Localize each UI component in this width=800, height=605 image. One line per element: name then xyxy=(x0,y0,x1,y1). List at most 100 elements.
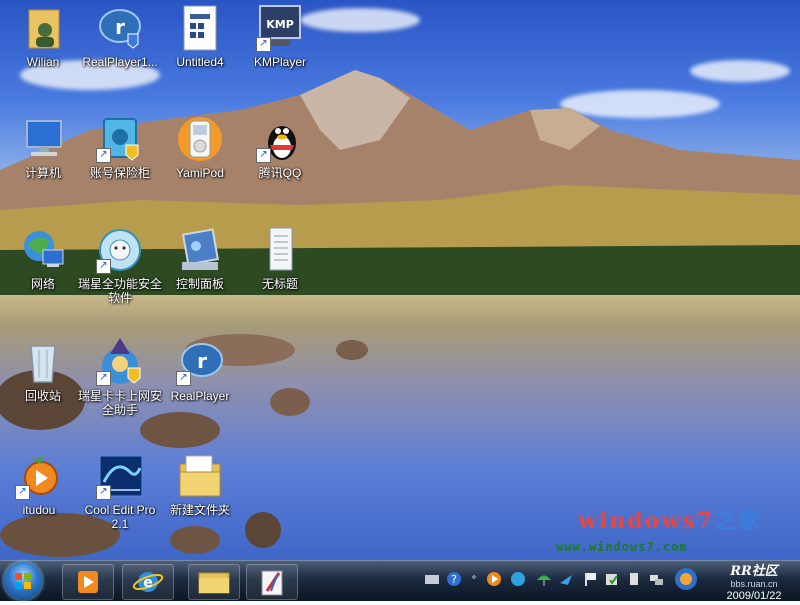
user-folder-icon xyxy=(19,4,67,52)
desktop-icon-computer[interactable]: 计算机 xyxy=(0,115,86,180)
desktop-icon-label: itudou xyxy=(22,503,56,517)
rising-lion-icon: ↗ xyxy=(96,226,144,274)
shortcut-arrow-icon: ↗ xyxy=(96,148,111,163)
clock-date: 2009/01/22 xyxy=(726,590,782,602)
desktop-icon-label: 瑞星卡卡上网安全助手 xyxy=(77,389,162,417)
media-player-button[interactable] xyxy=(62,564,114,600)
paint-button[interactable] xyxy=(246,564,298,600)
desktop-icon-label: RealPlayer xyxy=(170,389,230,403)
kaka-wizard-icon: ↗ xyxy=(96,338,144,386)
desktop-icon-label: 新建文件夹 xyxy=(169,503,230,517)
desktop-icon-label: RealPlayer1... xyxy=(82,55,158,69)
start-button[interactable] xyxy=(4,562,42,600)
taskbar-clock[interactable]: RR社区 bbs.ruan.cn 2009/01/22 xyxy=(712,565,796,603)
desktop-icon-label: 腾讯QQ xyxy=(258,166,302,180)
realplayer-icon: r xyxy=(96,4,144,52)
arrow-tray-icon[interactable] xyxy=(558,571,574,587)
watermark-logo: windows7之家 xyxy=(578,503,762,535)
desktop-icon-label: 网络 xyxy=(30,277,55,291)
flag-tray-icon[interactable] xyxy=(582,571,598,587)
svg-text:°: ° xyxy=(472,575,477,586)
security-tray-icon[interactable] xyxy=(604,571,620,587)
media-player-tray-icon[interactable] xyxy=(486,571,502,587)
tray-expand-icon[interactable]: ° xyxy=(466,571,482,587)
desktop-icon-label: YamiPod xyxy=(176,166,224,180)
kmplayer-badge: KMP xyxy=(266,18,294,31)
qq-penguin-icon: ↗ xyxy=(256,115,304,163)
folder-icon xyxy=(176,452,224,500)
media-player-icon xyxy=(78,571,98,593)
desktop-icon-realplayer[interactable]: r ↗ RealPlayer xyxy=(157,338,243,403)
desktop-icon-label: Cool Edit Pro 2.1 xyxy=(84,503,156,531)
desktop-icon-yamipod[interactable]: YamiPod xyxy=(157,115,243,180)
desktop-icon-label: 计算机 xyxy=(24,166,61,180)
network-tray-icon[interactable] xyxy=(648,571,664,587)
shortcut-arrow-icon: ↗ xyxy=(176,371,191,386)
desktop-icon-cool-edit[interactable]: ↗ Cool Edit Pro 2.1 xyxy=(77,452,163,531)
document-icon xyxy=(176,4,224,52)
desktop-icon-kmplayer[interactable]: KMP ↗ KMPlayer xyxy=(237,4,323,69)
taskbar: e ? ° xyxy=(0,560,800,601)
keyboard-icon[interactable] xyxy=(424,571,440,587)
desktop-icon-label: 回收站 xyxy=(24,389,61,403)
watermark-logo-suffix: 之家 xyxy=(713,508,762,534)
desktop-icon-label: Untitled4 xyxy=(176,55,224,69)
umbrella-tray-icon[interactable] xyxy=(536,571,552,587)
help-icon[interactable]: ? xyxy=(446,571,462,587)
desktop-icon-label: KMPlayer xyxy=(253,55,306,69)
svg-text:?: ? xyxy=(451,573,457,586)
ie-button[interactable]: e xyxy=(122,564,174,600)
desktop-icon-qq[interactable]: ↗ 腾讯QQ xyxy=(237,115,323,180)
desktop-icon-realplayer1[interactable]: r RealPlayer1... xyxy=(77,4,163,69)
clock-logo: RR社区 xyxy=(730,564,778,579)
svg-text:r: r xyxy=(197,349,207,373)
desktop-icon-rising-security[interactable]: ↗ 瑞星全功能安全软件 xyxy=(77,226,163,305)
desktop-icon-untitled-text[interactable]: 无标题 xyxy=(237,226,323,291)
desktop-icon-network[interactable]: 网络 xyxy=(0,226,86,291)
cool-edit-icon: ↗ xyxy=(96,452,144,500)
shortcut-arrow-icon: ↗ xyxy=(256,148,271,163)
system-tray: ? ° xyxy=(420,567,710,595)
shortcut-arrow-icon: ↗ xyxy=(96,259,111,274)
rr-community-logo-icon xyxy=(675,568,697,590)
file-explorer-icon xyxy=(198,572,230,594)
desktop-icon-wilian[interactable]: Wilian xyxy=(0,4,86,69)
globe-tray-icon[interactable] xyxy=(510,571,526,587)
itudou-icon: ↗ xyxy=(15,452,63,500)
shortcut-arrow-icon: ↗ xyxy=(96,485,111,500)
desktop-icon-kaka-assistant[interactable]: ↗ 瑞星卡卡上网安全助手 xyxy=(77,338,163,417)
computer-icon xyxy=(19,115,67,163)
desktop-icon-account-safe[interactable]: ↗ 账号保险柜 xyxy=(77,115,163,180)
clock-site: bbs.ruan.cn xyxy=(730,579,778,589)
safe-icon: ↗ xyxy=(96,115,144,163)
text-file-icon xyxy=(256,226,304,274)
watermark-url: www.windows7.com xyxy=(556,540,688,554)
desktop-icon-label: 无标题 xyxy=(261,277,298,291)
desktop-icon-label: Wilian xyxy=(26,55,60,69)
desktop-icon-new-folder[interactable]: 新建文件夹 xyxy=(157,452,243,517)
shortcut-arrow-icon: ↗ xyxy=(256,37,271,52)
windows-logo-icon xyxy=(15,573,31,589)
control-panel-icon xyxy=(176,226,224,274)
desktop-icon-itudou[interactable]: ↗ itudou xyxy=(0,452,82,517)
shortcut-arrow-icon: ↗ xyxy=(96,371,111,386)
device-tray-icon[interactable] xyxy=(626,571,642,587)
desktop-icon-label: 控制面板 xyxy=(175,277,224,291)
ipod-icon xyxy=(176,115,224,163)
desktop-icon-label: 账号保险柜 xyxy=(89,166,150,180)
desktop-icon-control-panel[interactable]: 控制面板 xyxy=(157,226,243,291)
network-icon xyxy=(19,226,67,274)
paint-icon xyxy=(261,570,283,596)
watermark-logo-text: windows7 xyxy=(578,508,714,534)
realplayer-icon: r ↗ xyxy=(176,338,224,386)
desktop-icon-label: 瑞星全功能安全软件 xyxy=(77,277,162,305)
svg-text:r: r xyxy=(115,15,125,39)
explorer-button[interactable] xyxy=(188,564,240,600)
desktop-icon-recycle-bin[interactable]: 回收站 xyxy=(0,338,86,403)
svg-text:e: e xyxy=(143,575,153,591)
recycle-bin-icon xyxy=(19,338,67,386)
shortcut-arrow-icon: ↗ xyxy=(15,485,30,500)
desktop-icon-untitled4[interactable]: Untitled4 xyxy=(157,4,243,69)
kmplayer-icon: KMP ↗ xyxy=(256,4,304,52)
internet-explorer-icon: e xyxy=(132,572,164,592)
